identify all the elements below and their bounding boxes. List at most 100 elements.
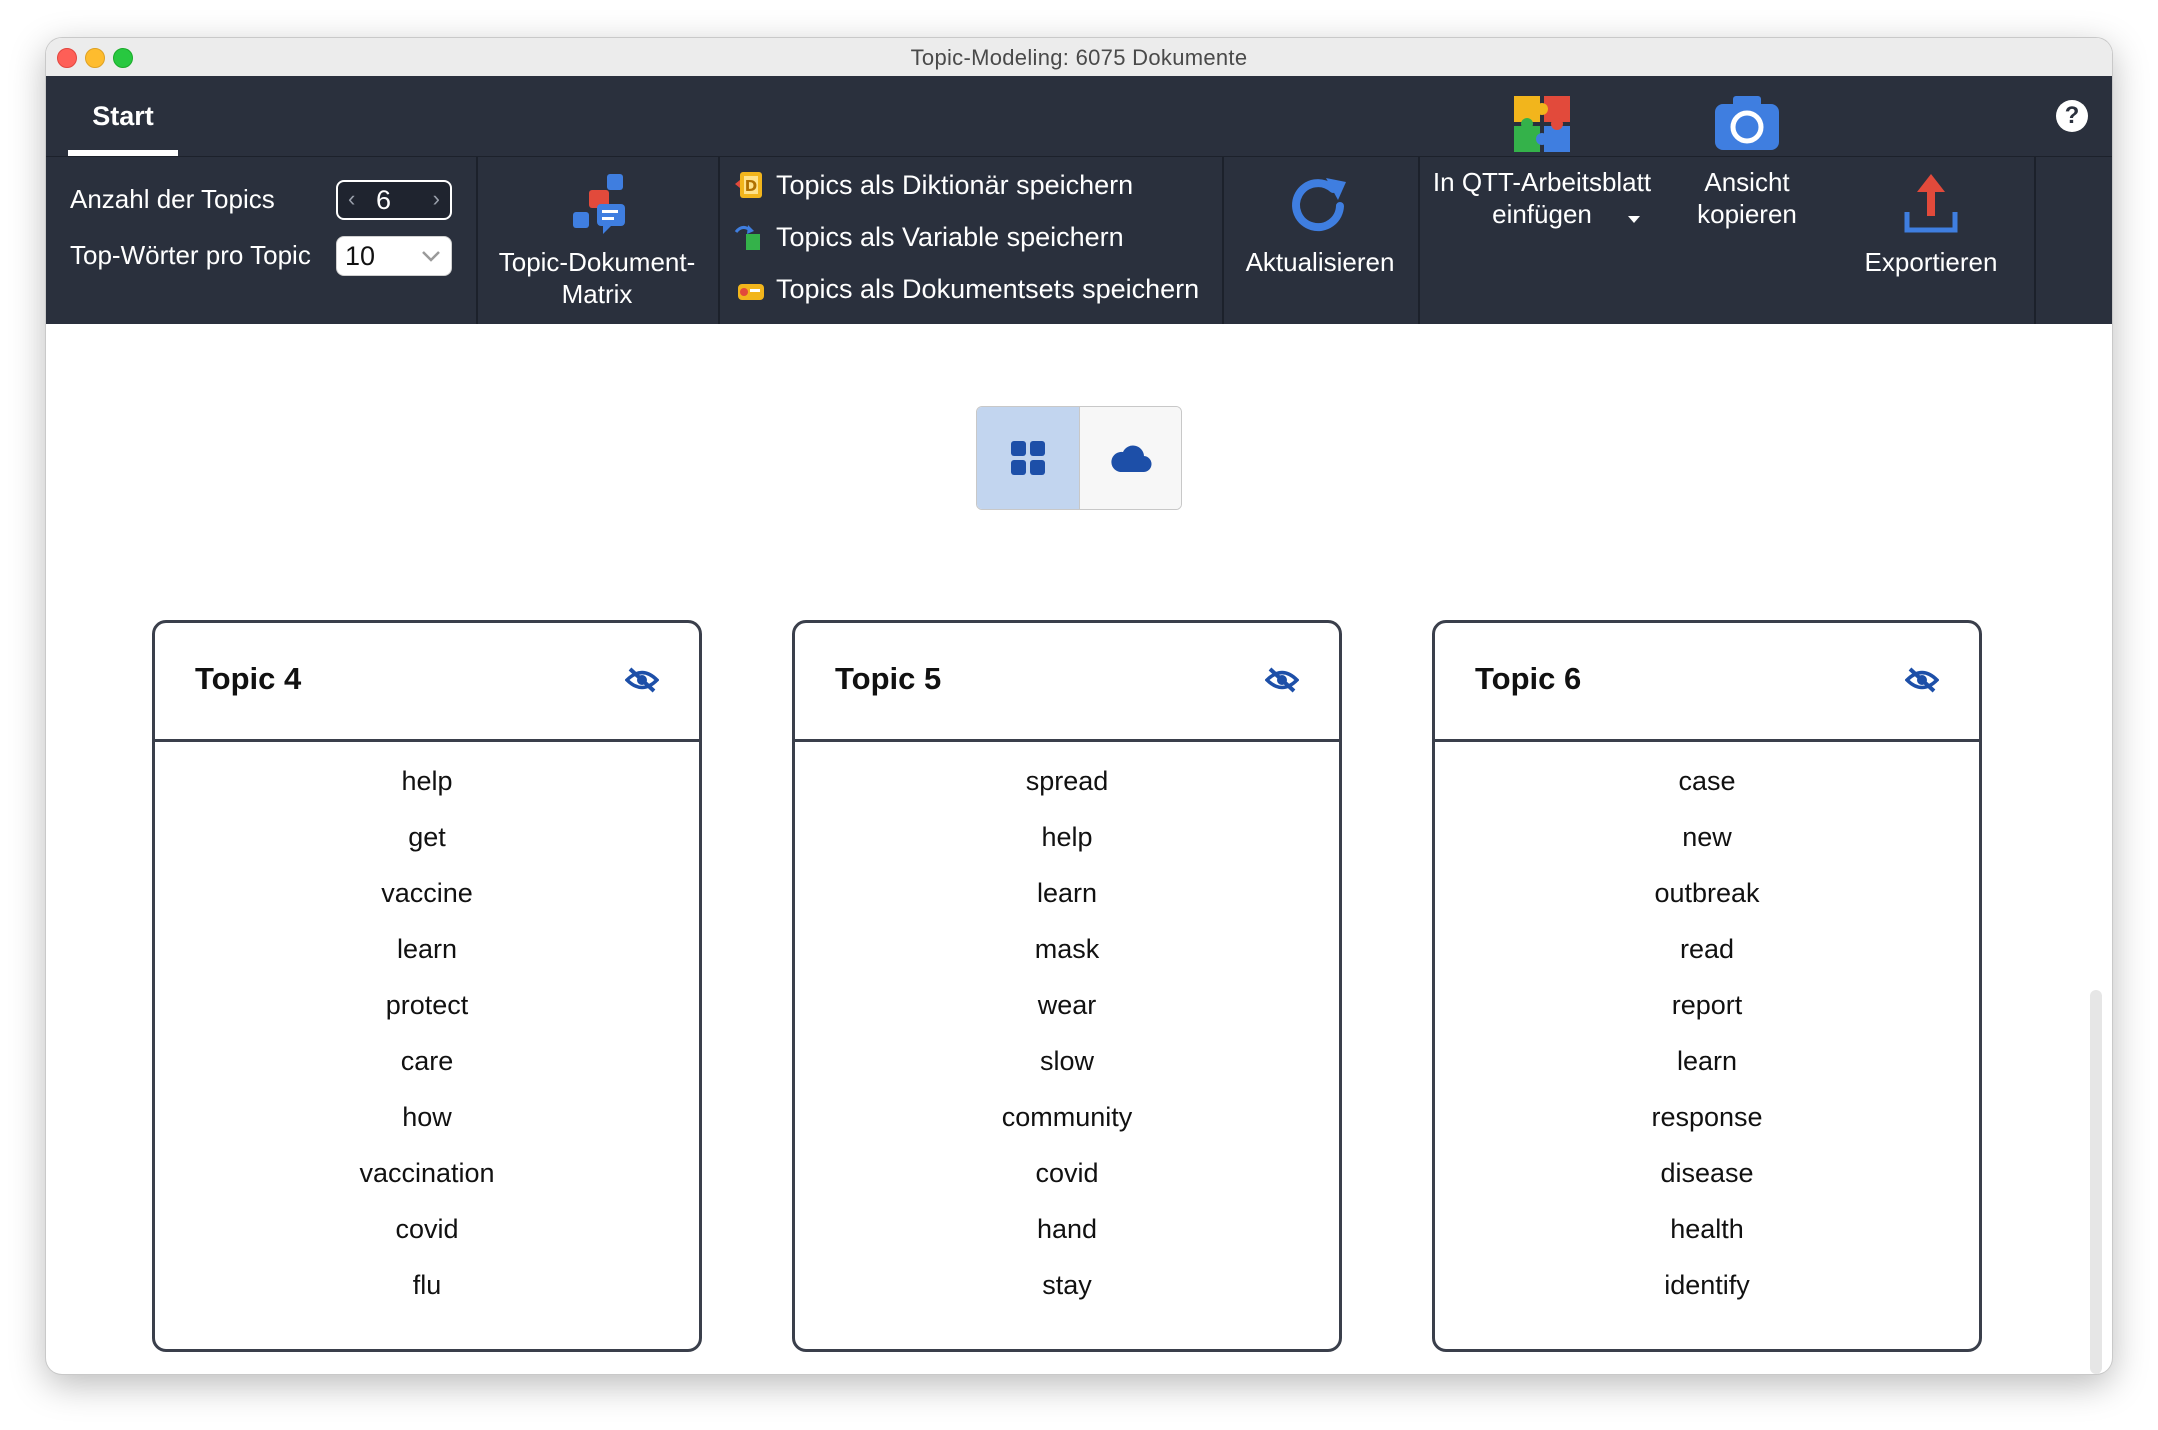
top-words-label: Top-Wörter pro Topic (70, 240, 311, 270)
topic-word: report (1671, 990, 1743, 1020)
topic-word: learn (396, 934, 458, 964)
topic-word: help (401, 766, 453, 796)
window-title: Topic-Modeling: 6075 Dokumente (910, 45, 1248, 70)
camera-icon (1715, 96, 1779, 150)
topic-word: mask (1034, 934, 1100, 964)
vertical-scrollbar[interactable] (2090, 990, 2102, 1374)
docsets-icon (738, 284, 764, 300)
export-label: Exportieren (1864, 247, 1998, 277)
topic-word: spread (1025, 766, 1109, 796)
topic-word: wear (1037, 990, 1097, 1020)
topic-word: vaccination (359, 1158, 495, 1188)
topics-count-stepper[interactable]: ‹ 6 › (336, 180, 452, 220)
topic-word: how (402, 1102, 452, 1132)
export-icon (1904, 174, 1958, 233)
top-words-select[interactable]: 10 (336, 236, 452, 276)
topics-count-label: Anzahl der Topics (70, 184, 275, 214)
grid-icon (1011, 441, 1045, 475)
refresh-icon (1292, 178, 1346, 232)
topic-word: vaccine (381, 878, 473, 908)
copy-view-button[interactable]: Ansicht kopieren (1666, 76, 1828, 244)
title-bar: Topic-Modeling: 6075 Dokumente (46, 38, 2112, 77)
export-button[interactable]: Exportieren (1828, 156, 2034, 324)
topic-word: stay (1042, 1270, 1092, 1300)
topic-word-list: case new outbreak read report learn resp… (1435, 761, 1979, 1321)
grid-view-button[interactable] (977, 407, 1080, 509)
save-docsets-button[interactable]: Topics als Dokumentsets speichern (734, 268, 1204, 312)
topic-word: covid (1035, 1158, 1099, 1188)
top-words-value: 10 (345, 241, 376, 271)
topic-card: Topic 4 help get vaccine learn protect c… (152, 620, 702, 1352)
matrix-group: Topic-Dokument- Matrix (476, 156, 720, 324)
topic-word: read (1679, 934, 1735, 964)
matrix-label-line1: Topic-Dokument- (498, 247, 696, 277)
topic-word: help (1041, 822, 1093, 852)
topic-word: health (1670, 1214, 1744, 1244)
topic-word: protect (385, 990, 469, 1020)
topic-title: Topic 6 (1475, 661, 1582, 696)
topic-document-matrix-button[interactable]: Topic-Dokument- Matrix (476, 156, 718, 324)
topic-title: Topic 5 (835, 661, 942, 696)
topic-word: learn (1676, 1046, 1738, 1076)
save-dictionary-button[interactable]: D Topics als Diktionär speichern (734, 164, 1204, 208)
topic-word: disease (1660, 1158, 1754, 1188)
save-group: D Topics als Diktionär speichern Topics … (718, 156, 1224, 324)
topic-word: hand (1036, 1214, 1098, 1244)
export-group: Exportieren (1828, 156, 2036, 324)
app-window: Topic-Modeling: 6075 Dokumente Start ? A… (46, 38, 2112, 1374)
chevron-right-icon[interactable]: › (433, 186, 440, 212)
qtt-label-line1: In QTT-Arbeitsblatt (1432, 167, 1652, 197)
topic-card-header: Topic 5 (795, 623, 1339, 742)
variable-icon (734, 225, 760, 250)
help-button[interactable]: ? (2056, 100, 2088, 132)
topic-word: case (1678, 766, 1736, 796)
topic-settings-group: Anzahl der Topics ‹ 6 › Top-Wörter pro T… (46, 156, 478, 324)
topic-title: Topic 4 (195, 661, 302, 696)
chevron-down-icon (422, 251, 440, 262)
ribbon: Start ? Anzahl der Topics ‹ 6 › Top-Wört… (46, 76, 2112, 324)
save-variable-label: Topics als Variable speichern (776, 222, 1124, 252)
topic-word-list: spread help learn mask wear slow communi… (795, 761, 1339, 1321)
svg-text:D: D (745, 177, 757, 195)
refresh-group: Aktualisieren (1222, 156, 1420, 324)
topic-word: community (1001, 1102, 1133, 1132)
topic-card-header: Topic 6 (1435, 623, 1979, 742)
topic-word: care (400, 1046, 454, 1076)
refresh-label: Aktualisieren (1245, 247, 1395, 277)
copy-view-line2: kopieren (1697, 199, 1797, 229)
copy-view-line1: Ansicht (1704, 167, 1790, 197)
refresh-button[interactable]: Aktualisieren (1222, 156, 1418, 324)
topic-word: slow (1039, 1046, 1094, 1076)
save-dictionary-label: Topics als Diktionär speichern (776, 170, 1134, 200)
topic-word-list: help get vaccine learn protect care how … (155, 761, 699, 1321)
cloud-view-button[interactable] (1080, 407, 1181, 509)
insert-qtt-button[interactable]: In QTT-Arbeitsblatt einfügen (1418, 76, 1666, 244)
topic-word: identify (1664, 1270, 1750, 1300)
topic-word: response (1651, 1102, 1763, 1132)
topic-word: covid (395, 1214, 459, 1244)
save-docsets-label: Topics als Dokumentsets speichern (776, 274, 1200, 304)
dictionary-icon: D (735, 172, 762, 198)
topics-count-value: 6 (376, 185, 392, 215)
topic-word: get (408, 822, 446, 852)
tab-start[interactable]: Start (68, 76, 178, 156)
qtt-label-line2: einfügen (1492, 199, 1592, 229)
topic-card-header: Topic 4 (155, 623, 699, 742)
dropdown-arrow-icon[interactable] (1628, 216, 1640, 224)
chevron-left-icon[interactable]: ‹ (348, 186, 355, 212)
eye-slash-icon[interactable] (1265, 667, 1299, 693)
topic-word: learn (1036, 878, 1098, 908)
eye-slash-icon[interactable] (1905, 667, 1939, 693)
cloud-icon (1111, 445, 1152, 473)
topic-word: new (1682, 822, 1732, 852)
eye-slash-icon[interactable] (625, 667, 659, 693)
topic-card: Topic 6 case new outbreak read report le… (1432, 620, 1982, 1352)
view-toggle (976, 406, 1182, 510)
matrix-label-line2: Matrix (561, 279, 633, 309)
topic-word: flu (412, 1270, 442, 1300)
save-variable-button[interactable]: Topics als Variable speichern (734, 216, 1204, 260)
matrix-icon (573, 174, 625, 234)
topic-word: outbreak (1654, 878, 1760, 908)
puzzle-icon (1514, 96, 1570, 152)
topic-card: Topic 5 spread help learn mask wear slow… (792, 620, 1342, 1352)
